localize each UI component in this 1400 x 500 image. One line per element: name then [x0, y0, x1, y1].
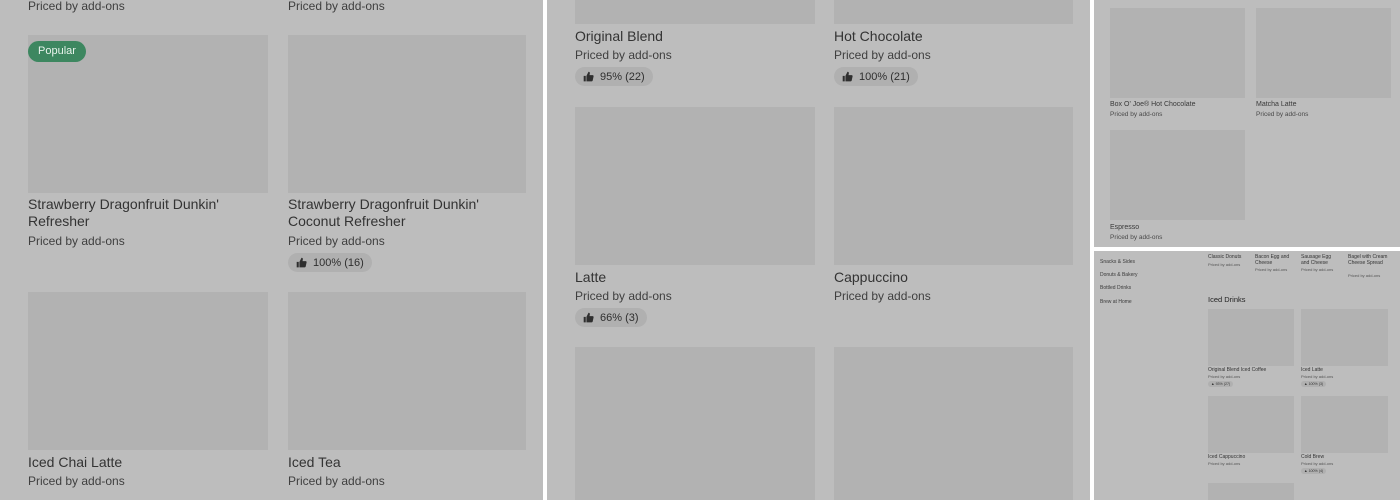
- sidebar-item[interactable]: Snacks & Sides: [1100, 259, 1135, 265]
- rating-pill: 100% (16): [288, 253, 372, 272]
- sidebar-item[interactable]: Bottled Drinks: [1100, 285, 1131, 291]
- menu-item-price: Priced by add-ons: [1110, 234, 1163, 241]
- menu-item-price: Priced by add-ons: [1301, 267, 1334, 272]
- menu-item-price: Priced by add-ons: [1208, 262, 1241, 267]
- menu-item-title[interactable]: Original Blend: [575, 28, 663, 45]
- menu-item-title[interactable]: Iced Chai Latte: [28, 454, 122, 471]
- rating-text: 66% (3): [600, 311, 639, 324]
- menu-item-title[interactable]: Hot Chocolate: [834, 28, 923, 45]
- item-price-note: Priced by add-ons: [288, 0, 385, 13]
- menu-item-title[interactable]: Matcha Latte: [1256, 100, 1296, 109]
- thumbs-up-icon: ▲: [1304, 469, 1308, 473]
- rating-text: 93% (27): [1215, 382, 1231, 386]
- menu-item-price: Priced by add-ons: [1110, 111, 1163, 118]
- menu-item-title[interactable]: Iced Cappuccino: [1208, 454, 1245, 460]
- menu-item-title[interactable]: Strawberry Dragonfruit Dunkin' Coconut R…: [288, 196, 518, 230]
- thumbs-up-icon: [583, 312, 594, 323]
- menu-item-title[interactable]: Iced Tea: [288, 454, 341, 471]
- menu-item-title[interactable]: Box O' Joe® Hot Chocolate: [1110, 100, 1195, 109]
- menu-item-price: Priced by add-ons: [1301, 461, 1334, 466]
- menu-item-price: Priced by add-ons: [288, 474, 385, 488]
- menu-item-title[interactable]: Original Blend Iced Coffee: [1208, 367, 1266, 373]
- menu-item-image[interactable]: [575, 0, 815, 24]
- menu-item-price: Priced by add-ons: [1348, 273, 1381, 278]
- menu-item-title[interactable]: Sausage Egg and Cheese: [1301, 254, 1335, 266]
- menu-item-image[interactable]: [288, 35, 526, 193]
- menu-item-image[interactable]: [575, 107, 815, 265]
- thumbs-up-icon: [842, 71, 853, 82]
- menu-item-title[interactable]: Strawberry Dragonfruit Dunkin' Refresher: [28, 196, 258, 230]
- thumbs-up-icon: [296, 257, 307, 268]
- menu-item-image[interactable]: [1110, 130, 1245, 220]
- menu-item-image[interactable]: [288, 292, 526, 450]
- thumbs-up-icon: ▲: [1304, 382, 1308, 386]
- menu-item-price: Priced by add-ons: [1208, 461, 1241, 466]
- menu-item-price: Priced by add-ons: [834, 48, 931, 62]
- menu-item-price: Priced by add-ons: [575, 48, 672, 62]
- rating-pill: ▲ 93% (27): [1208, 381, 1234, 387]
- menu-item-price: Priced by add-ons: [1301, 374, 1334, 379]
- menu-panel-more-drinks: Box O' Joe® Hot Chocolate Priced by add-…: [1094, 0, 1400, 247]
- menu-item-title[interactable]: Cappuccino: [834, 269, 908, 286]
- menu-item-price: Priced by add-ons: [1208, 374, 1241, 379]
- rating-text: 100% (21): [859, 70, 910, 83]
- menu-item-price: Priced by add-ons: [575, 289, 672, 303]
- thumbs-up-icon: [583, 71, 594, 82]
- menu-item-image[interactable]: [28, 292, 268, 450]
- menu-item-image[interactable]: [1301, 396, 1388, 453]
- menu-item-title[interactable]: Cold Brew: [1301, 454, 1324, 460]
- menu-item-price: Priced by add-ons: [288, 234, 385, 248]
- rating-text: 100% (3): [1308, 382, 1324, 386]
- menu-item-title[interactable]: Espresso: [1110, 223, 1139, 232]
- rating-text: 95% (22): [600, 70, 645, 83]
- sidebar-item[interactable]: Brew at Home: [1100, 299, 1132, 305]
- menu-item-image[interactable]: [1256, 8, 1391, 98]
- menu-item-title[interactable]: Classic Donuts: [1208, 254, 1252, 261]
- menu-item-image[interactable]: [834, 0, 1073, 24]
- menu-item-title[interactable]: Iced Latte: [1301, 367, 1323, 373]
- menu-panel-hot-drinks: Original Blend Priced by add-ons 95% (22…: [547, 0, 1090, 500]
- menu-item-price: Priced by add-ons: [834, 289, 931, 303]
- menu-item-image[interactable]: [834, 107, 1073, 265]
- menu-item-price: Priced by add-ons: [28, 234, 125, 248]
- thumbs-up-icon: ▲: [1211, 382, 1215, 386]
- menu-item-image[interactable]: [1208, 483, 1294, 500]
- menu-panel-overview: Snacks & Sides Donuts & Bakery Bottled D…: [1094, 251, 1400, 500]
- rating-pill: 100% (21): [834, 67, 918, 86]
- menu-item-image[interactable]: [1110, 8, 1245, 98]
- rating-pill: 95% (22): [575, 67, 653, 86]
- section-title: Iced Drinks: [1208, 295, 1246, 304]
- rating-text: 100% (16): [313, 256, 364, 269]
- rating-text: 100% (4): [1308, 469, 1324, 473]
- menu-item-image[interactable]: [575, 347, 815, 500]
- menu-item-image[interactable]: [1208, 396, 1294, 453]
- menu-item-image[interactable]: [834, 347, 1073, 500]
- menu-panel-refreshers: Priced by add-ons Priced by add-ons Popu…: [0, 0, 543, 500]
- menu-item-title[interactable]: Latte: [575, 269, 606, 286]
- menu-item-title[interactable]: Bagel with Cream Cheese Spread: [1348, 254, 1388, 266]
- rating-pill: ▲ 100% (3): [1301, 381, 1327, 387]
- item-price-note: Priced by add-ons: [28, 0, 125, 13]
- menu-item-price: Priced by add-ons: [28, 474, 125, 488]
- menu-item-image[interactable]: [1301, 309, 1388, 366]
- sidebar-item[interactable]: Donuts & Bakery: [1100, 272, 1138, 278]
- rating-pill: ▲ 100% (4): [1301, 468, 1327, 474]
- menu-item-price: Priced by add-ons: [1255, 267, 1288, 272]
- rating-pill: 66% (3): [575, 308, 647, 327]
- menu-item-image[interactable]: [1208, 309, 1294, 366]
- popular-badge: Popular: [28, 41, 86, 62]
- menu-item-title[interactable]: Bacon Egg and Cheese: [1255, 254, 1293, 266]
- menu-item-price: Priced by add-ons: [1256, 111, 1309, 118]
